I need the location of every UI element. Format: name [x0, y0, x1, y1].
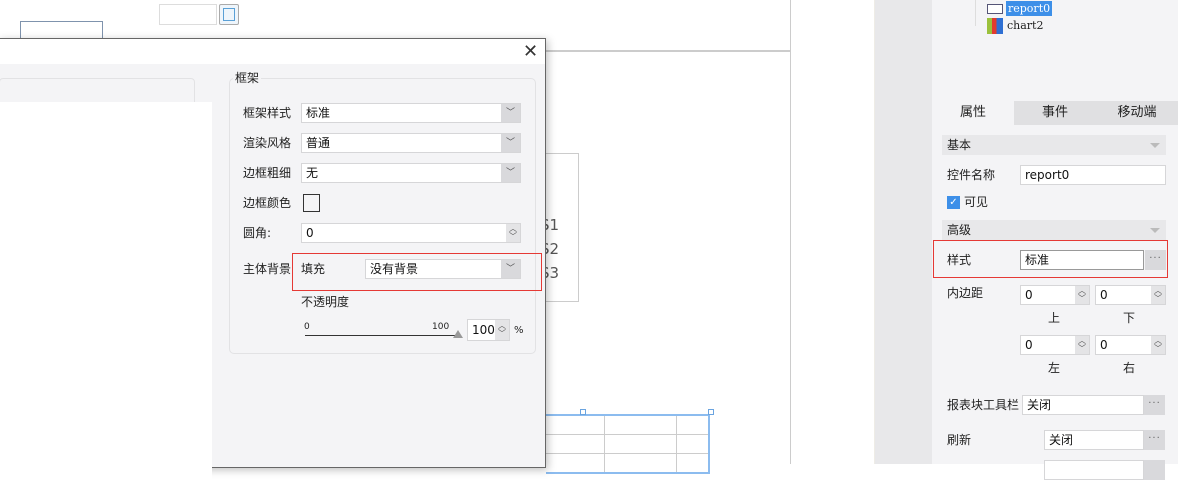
visible-label: 可见	[964, 195, 989, 209]
side-gutter	[875, 0, 932, 464]
fill-value: 没有背景	[370, 262, 419, 276]
opacity-input[interactable]: 100 ︿ ﹀	[467, 319, 510, 341]
radius-stepper[interactable]: ︿ ﹀	[506, 224, 520, 242]
refresh-label: 刷新	[947, 433, 972, 447]
opacity-slider-handle[interactable]	[453, 330, 463, 338]
style-label: 样式	[947, 253, 972, 267]
padding-right-input[interactable]: 0 ︿ ﹀	[1095, 335, 1166, 355]
name-label: 控件名称	[947, 168, 996, 182]
padding-right-caption: 右	[1123, 361, 1136, 375]
tree-connector	[975, 0, 976, 26]
report-icon	[987, 3, 1003, 14]
refresh-more-button[interactable]: ···	[1144, 430, 1165, 450]
render-style-value: 普通	[306, 136, 331, 150]
padding-bottom-input[interactable]: 0 ︿ ﹀	[1095, 285, 1166, 305]
opacity-label: 不透明度	[301, 295, 350, 309]
style-dialog: ✕ 框架 框架样式 标准 ﹀ 渲染风格 普通 ﹀ 边框粗细 无 ﹀ 边框颜色 圆角: …	[0, 38, 546, 482]
style-input[interactable]: 标准	[1020, 250, 1144, 270]
toolbar-label: 报表块工具栏	[947, 398, 1020, 412]
slider-max: 100	[432, 322, 450, 332]
report-table-widget[interactable]	[546, 414, 710, 474]
slider-min: 0	[304, 322, 310, 332]
padding-label: 内边距	[947, 286, 984, 300]
padding-left-caption: 左	[1048, 361, 1061, 375]
render-style-label: 渲染风格	[243, 136, 292, 150]
tab-events[interactable]: 事件	[1014, 101, 1096, 125]
padding-bottom-caption: 下	[1123, 311, 1136, 325]
border-color-swatch[interactable]	[303, 194, 320, 212]
render-style-select[interactable]: 普通 ﹀	[301, 133, 521, 153]
dialog-titlebar	[0, 39, 545, 64]
tree-item-report0[interactable]: report0	[987, 0, 1053, 17]
stepper[interactable]: ︿ ﹀	[1151, 286, 1165, 304]
toolbar-input[interactable]: 关闭	[1022, 395, 1144, 415]
stepper[interactable]: ︿ ﹀	[1075, 336, 1089, 354]
section-advanced[interactable]: 高级	[942, 220, 1166, 240]
border-width-label: 边框粗细	[243, 166, 292, 180]
stepper[interactable]: ︿ ﹀	[1151, 336, 1165, 354]
chevron-down-icon: ﹀	[501, 134, 520, 152]
tree-item-chart2[interactable]: chart2	[987, 17, 1043, 34]
name-input[interactable]: report0	[1020, 165, 1166, 185]
canvas-input[interactable]	[159, 4, 217, 25]
radius-input[interactable]: 0 ︿ ﹀	[301, 223, 521, 243]
canvas-divider	[546, 50, 790, 52]
collapse-icon	[1150, 143, 1160, 148]
padding-top-input[interactable]: 0 ︿ ﹀	[1020, 285, 1090, 305]
frame-style-label: 框架样式	[243, 106, 292, 120]
collapse-icon	[1150, 228, 1160, 233]
fill-label: 填充	[301, 262, 326, 276]
chevron-down-icon: ﹀	[501, 260, 520, 278]
opacity-slider-track[interactable]	[305, 335, 456, 336]
refresh-input[interactable]: 关闭	[1044, 430, 1144, 450]
padding-top-caption: 上	[1048, 311, 1061, 325]
tree-label: chart2	[1007, 19, 1044, 32]
preview-area	[0, 102, 212, 482]
frame-style-select[interactable]: 标准 ﹀	[301, 103, 521, 123]
section-basic[interactable]: 基本	[942, 135, 1166, 155]
percent-sign: %	[514, 325, 524, 336]
visible-checkbox[interactable]: ✓	[947, 196, 960, 209]
close-icon[interactable]: ✕	[523, 41, 538, 62]
padding-left-input[interactable]: 0 ︿ ﹀	[1020, 335, 1090, 355]
style-more-button[interactable]: ···	[1145, 250, 1166, 270]
table-icon	[223, 8, 235, 21]
ruler-strip	[791, 0, 875, 464]
chevron-down-icon: ﹀	[501, 104, 520, 122]
border-width-select[interactable]: 无 ﹀	[301, 163, 521, 183]
next-input[interactable]	[1044, 460, 1144, 480]
opacity-stepper[interactable]: ︿ ﹀	[495, 320, 509, 340]
opacity-value: 100	[472, 323, 495, 337]
resize-handle[interactable]	[580, 409, 586, 415]
chart-icon	[987, 17, 1003, 34]
chevron-down-icon: ﹀	[501, 164, 520, 182]
stepper[interactable]: ︿ ﹀	[1075, 286, 1089, 304]
frame-group-title: 框架	[233, 71, 262, 85]
next-more-button[interactable]	[1144, 460, 1165, 480]
body-bg-label: 主体背景	[243, 262, 292, 276]
frame-style-value: 标准	[306, 106, 331, 120]
fill-select[interactable]: 没有背景 ﹀	[365, 259, 521, 279]
border-color-label: 边框颜色	[243, 196, 292, 210]
resize-handle[interactable]	[708, 409, 714, 415]
tree-label: report0	[1006, 1, 1053, 16]
tab-mobile[interactable]: 移动端	[1096, 101, 1178, 125]
radius-label: 圆角:	[243, 226, 272, 240]
tab-properties[interactable]: 属性	[932, 101, 1014, 125]
radius-value: 0	[306, 226, 314, 240]
table-icon-button[interactable]	[219, 4, 239, 25]
toolbar-more-button[interactable]: ···	[1144, 395, 1165, 415]
border-width-value: 无	[306, 166, 319, 180]
